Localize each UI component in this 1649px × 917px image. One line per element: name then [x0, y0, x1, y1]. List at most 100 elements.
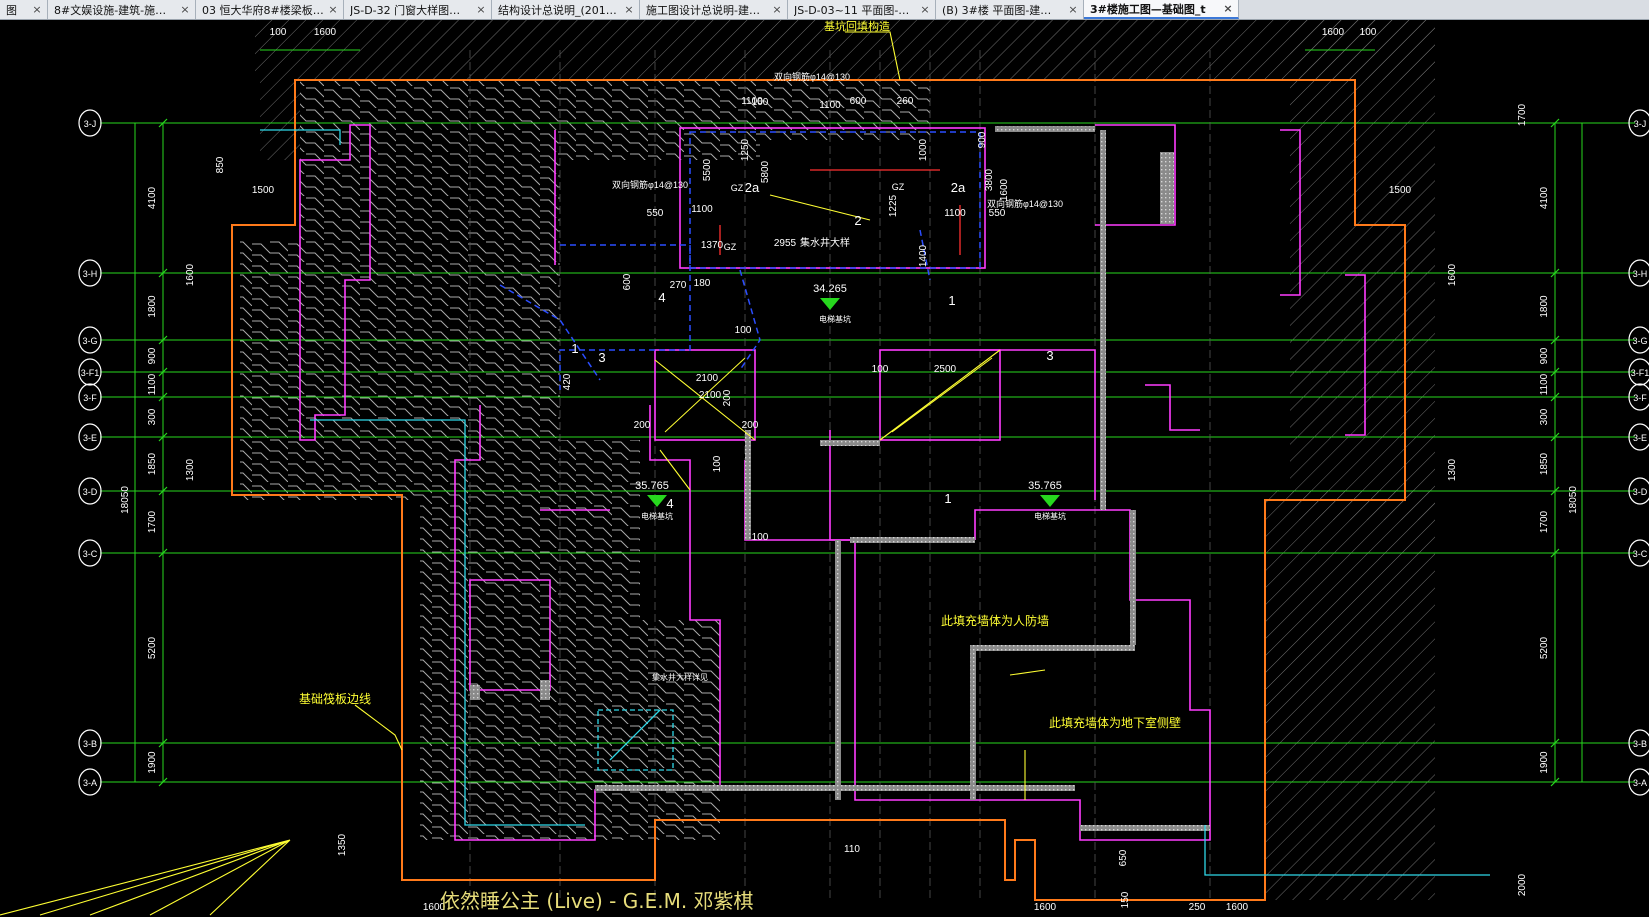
- elevation-text: 34.265: [813, 283, 847, 295]
- dimension-text: 2500: [934, 364, 957, 375]
- elevation-text: 35.765: [635, 480, 669, 492]
- dimension-text: 1500: [252, 185, 275, 196]
- axis-bubble-label: 3-B: [1633, 739, 1647, 749]
- total-dimension-text: 18050: [120, 486, 131, 514]
- dimension-text: 420: [562, 373, 573, 390]
- dimension-text: 2000: [1517, 873, 1528, 896]
- gz-label: GZ: [892, 182, 905, 192]
- axis-bubble-label: 3-A: [83, 778, 97, 788]
- document-tab-bar: 图 × 8#文娱设施-建筑-施… × 03 恒大华府8#楼梁板… × JS-D-32 门窗大…: [0, 0, 1649, 20]
- tab-label: 3#楼施工图—基础图_t: [1090, 2, 1206, 16]
- tab-close-icon[interactable]: ×: [327, 3, 339, 16]
- document-tab[interactable]: 03 恒大华府8#楼梁板… ×: [196, 0, 344, 19]
- document-tab[interactable]: JS-D-32 门窗大样图… ×: [344, 0, 492, 19]
- axis-bubble-label: 3-J: [1634, 119, 1647, 129]
- dimension-text: 1100: [944, 208, 966, 219]
- axis-bubble-label: 3-D: [1633, 487, 1648, 497]
- axis-bubble-label: 3-C: [83, 549, 98, 559]
- document-tab[interactable]: JS-D-03~11 平面图-… ×: [788, 0, 936, 19]
- dimension-text: 270: [670, 280, 687, 291]
- dimension-text: 1600: [999, 178, 1010, 201]
- dimension-text: 1850: [147, 452, 158, 475]
- raft-edge-label: 基础筏板边线: [299, 692, 371, 706]
- dimension-text: 300: [147, 408, 158, 425]
- dimension-text: 1800: [1539, 295, 1550, 318]
- axis-bubble-label: 3-E: [1633, 433, 1647, 443]
- sump-pit-label: 集水井大样: [800, 236, 850, 249]
- tab-label: (B) 3#楼 平面图-建…: [942, 3, 1052, 17]
- tab-close-icon[interactable]: ×: [623, 3, 635, 16]
- dimension-text: 600: [850, 96, 867, 107]
- dimension-text: 550: [989, 208, 1006, 219]
- cad-drawing-canvas[interactable]: 3-J 3-J 3-H 3-H 3-G 3-G 3-F1 3-F1 3-F 3-F 3-E 3-E 3-…: [0, 20, 1649, 917]
- dimension-text: 4100: [1539, 186, 1550, 209]
- axis-bubble-label: 3-D: [83, 487, 98, 497]
- top-note-label: 基坑回填构造: [824, 20, 890, 33]
- dimension-text: 1800: [147, 295, 158, 318]
- tab-close-icon[interactable]: ×: [179, 3, 191, 16]
- dimension-text: 200: [722, 389, 733, 406]
- dimension-text: 300: [1539, 408, 1550, 425]
- dimension-text: 1700: [1539, 510, 1550, 533]
- document-tab[interactable]: 图 ×: [0, 0, 48, 19]
- section-mark: 1: [571, 341, 578, 356]
- dimension-text: 550: [647, 208, 664, 219]
- dimension-text: 1700: [1517, 103, 1528, 126]
- dimension-text: 1370: [701, 240, 724, 251]
- dimension-text: 5200: [147, 636, 158, 659]
- axis-bubble-label: 3-H: [1633, 269, 1648, 279]
- elevation-text: 35.765: [1028, 480, 1062, 492]
- dimension-text: 100: [735, 325, 752, 336]
- document-tab[interactable]: 结构设计总说明_(201… ×: [492, 0, 640, 19]
- tab-label: 8#文娱设施-建筑-施…: [54, 3, 167, 17]
- gz-label: GZ: [731, 183, 744, 193]
- tab-label: 图: [6, 3, 17, 17]
- dimension-text: 5200: [1539, 636, 1550, 659]
- dimension-text: 1500: [1389, 185, 1412, 196]
- tab-label: 03 恒大华府8#楼梁板…: [202, 3, 324, 17]
- pit-note-label: 集水井大样详见: [652, 672, 708, 682]
- tab-close-icon[interactable]: ×: [1067, 3, 1079, 16]
- dimension-text: 1100: [1539, 373, 1550, 395]
- dimension-text: 5500: [702, 158, 713, 181]
- tab-label: JS-D-32 门窗大样图…: [350, 3, 461, 17]
- document-tab[interactable]: 施工图设计总说明-建… ×: [640, 0, 788, 19]
- dimension-text: 1300: [185, 458, 196, 481]
- dimension-text: 1600: [314, 27, 337, 38]
- axis-bubble-label: 3-G: [82, 336, 97, 346]
- section-mark: 2a: [951, 180, 966, 195]
- tab-close-icon[interactable]: ×: [1222, 2, 1234, 15]
- media-ticker: 依然睡公主 (Live) - G.E.M. 邓紫棋: [440, 889, 754, 913]
- dimension-text: 3800: [984, 168, 995, 191]
- dimension-text: 1250: [740, 138, 751, 161]
- tab-close-icon[interactable]: ×: [919, 3, 931, 16]
- dimension-text: 1400: [918, 244, 929, 267]
- document-tab[interactable]: 3#楼施工图—基础图_t ×: [1084, 0, 1239, 19]
- axis-bubble-label: 3-C: [1633, 549, 1648, 559]
- dimension-text: 1600: [1447, 263, 1458, 286]
- dimension-text: 2955: [774, 238, 797, 249]
- dimension-text: 600: [622, 273, 633, 290]
- axis-bubble-label: 3-G: [1632, 336, 1647, 346]
- civil-defense-wall-label: 此填充墙体为人防墙: [941, 613, 1049, 628]
- dimension-text: 650: [1118, 849, 1129, 866]
- dimension-text: 2100: [696, 373, 719, 384]
- dimension-text: 1600: [1322, 27, 1345, 38]
- dimension-text: 1600: [1034, 902, 1057, 913]
- dimension-text: 5800: [760, 160, 771, 183]
- tab-close-icon[interactable]: ×: [771, 3, 783, 16]
- dimension-text: 1600: [1226, 902, 1249, 913]
- dimension-text: 1900: [147, 751, 158, 774]
- tab-label: 施工图设计总说明-建…: [646, 3, 760, 17]
- tab-close-icon[interactable]: ×: [475, 3, 487, 16]
- dimension-text: 150: [1120, 891, 1131, 908]
- dimension-text: 100: [270, 27, 287, 38]
- tab-close-icon[interactable]: ×: [31, 3, 43, 16]
- dimension-text: 250: [1189, 902, 1206, 913]
- dimension-text: 850: [215, 156, 226, 173]
- section-mark: 3: [1046, 348, 1053, 363]
- dimension-text: 180: [694, 278, 711, 289]
- dimension-text: 900: [1539, 347, 1550, 364]
- document-tab[interactable]: (B) 3#楼 平面图-建… ×: [936, 0, 1084, 19]
- document-tab[interactable]: 8#文娱设施-建筑-施… ×: [48, 0, 196, 19]
